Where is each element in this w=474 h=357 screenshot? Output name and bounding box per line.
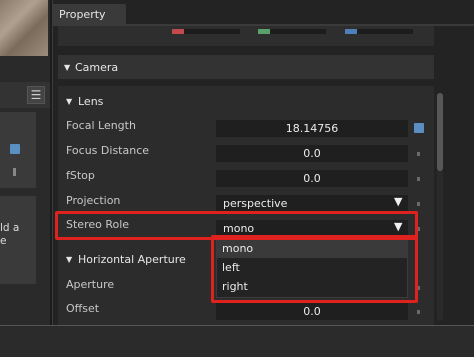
left-blue-indicator[interactable] <box>10 144 20 154</box>
tab-property[interactable]: Property <box>52 4 126 26</box>
list-view-icon[interactable]: ☰ <box>27 86 45 104</box>
focal-length-field[interactable]: 18.14756 <box>216 120 408 137</box>
red-swatch[interactable] <box>172 29 240 34</box>
focal-length-label: Focal Length <box>66 119 136 132</box>
projection-dropdown[interactable]: perspective <box>216 195 408 212</box>
camera-title: Camera <box>75 61 119 74</box>
left-partial-text: ld a e <box>0 222 20 247</box>
offset-label: Offset <box>66 302 100 315</box>
keyframe-dot[interactable] <box>417 202 420 206</box>
collapse-triangle-icon[interactable]: ▼ <box>66 255 72 264</box>
keyframe-indicator[interactable] <box>414 123 424 133</box>
focus-distance-field[interactable]: 0.0 <box>216 145 408 162</box>
collapse-triangle-icon[interactable]: ▼ <box>66 97 72 106</box>
dropdown-arrow-icon[interactable]: ▼ <box>394 195 402 208</box>
focus-distance-label: Focus Distance <box>66 144 150 157</box>
blue-swatch[interactable] <box>345 29 413 34</box>
keyframe-dot[interactable] <box>417 152 420 156</box>
projection-value: perspective <box>223 197 288 210</box>
green-swatch[interactable] <box>258 29 326 34</box>
fstop-label: fStop <box>66 169 95 182</box>
aperture-label: Aperture <box>66 278 115 291</box>
collapse-triangle-icon[interactable]: ▼ <box>64 63 70 72</box>
scrollbar-thumb[interactable] <box>437 93 443 171</box>
lens-title: Lens <box>78 95 104 108</box>
highlight-box-options <box>211 235 418 303</box>
fstop-field[interactable]: 0.0 <box>216 170 408 187</box>
left-dot-indicator <box>13 168 16 176</box>
horizontal-aperture-title: Horizontal Aperture <box>78 253 186 266</box>
keyframe-dot[interactable] <box>417 177 420 181</box>
keyframe-dot[interactable] <box>417 310 420 314</box>
bottom-status-bar <box>0 325 474 357</box>
projection-label: Projection <box>66 194 121 207</box>
thumbnail-image[interactable] <box>0 0 48 56</box>
offset-field[interactable]: 0.0 <box>216 303 408 320</box>
